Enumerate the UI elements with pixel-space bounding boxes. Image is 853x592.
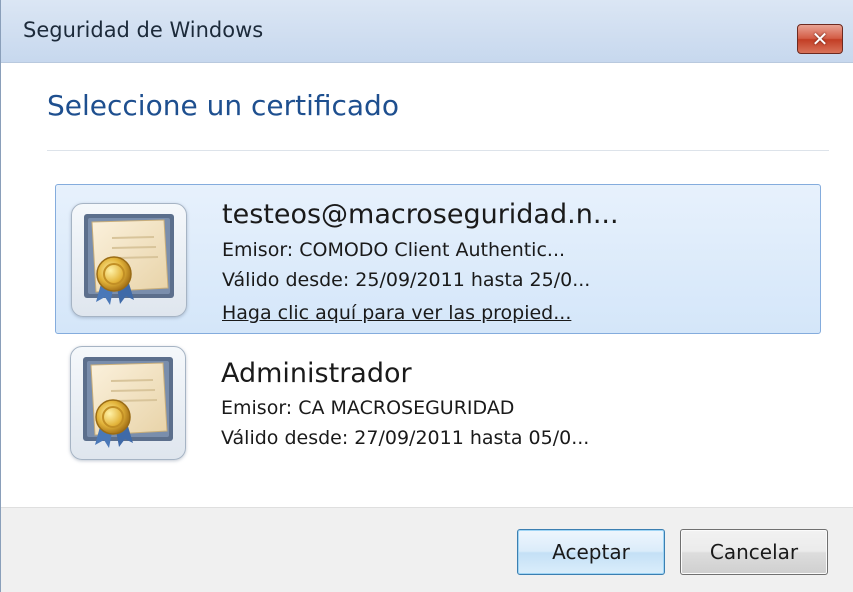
dialog-content: Seleccione un certificado testeos@macros… [11, 63, 853, 507]
certificate-item-testeos[interactable]: testeos@macroseguridad.n... Emisor: COMO… [55, 184, 821, 334]
certificate-item-administrador[interactable]: Administrador Emisor: CA MACROSEGURIDAD … [55, 346, 821, 466]
certificate-issuer: Emisor: CA MACROSEGURIDAD [221, 397, 515, 419]
button-bar: Aceptar Cancelar [1, 507, 853, 592]
certificate-icon [70, 346, 186, 460]
title-bar[interactable]: Seguridad de Windows ✕ [1, 0, 853, 63]
certificate-issuer: Emisor: COMODO Client Authentic... [222, 239, 566, 261]
close-icon: ✕ [811, 27, 829, 51]
certificate-validity: Válido desde: 25/09/2011 hasta 25/0... [222, 269, 591, 291]
view-properties-link[interactable]: Haga clic aquí para ver las propied... [222, 302, 571, 324]
security-dialog: Seguridad de Windows ✕ Seleccione un cer… [0, 0, 853, 592]
heading-separator [47, 150, 829, 151]
cancel-button[interactable]: Cancelar [680, 529, 828, 575]
dialog-heading: Seleccione un certificado [47, 89, 399, 122]
certificate-name: testeos@macroseguridad.n... [222, 199, 619, 230]
certificate-validity: Válido desde: 27/09/2011 hasta 05/0... [221, 427, 590, 449]
accept-button[interactable]: Aceptar [517, 529, 665, 575]
close-button[interactable]: ✕ [797, 24, 843, 54]
window-title: Seguridad de Windows [23, 18, 264, 42]
certificate-icon [71, 203, 187, 317]
certificate-name: Administrador [221, 358, 412, 389]
